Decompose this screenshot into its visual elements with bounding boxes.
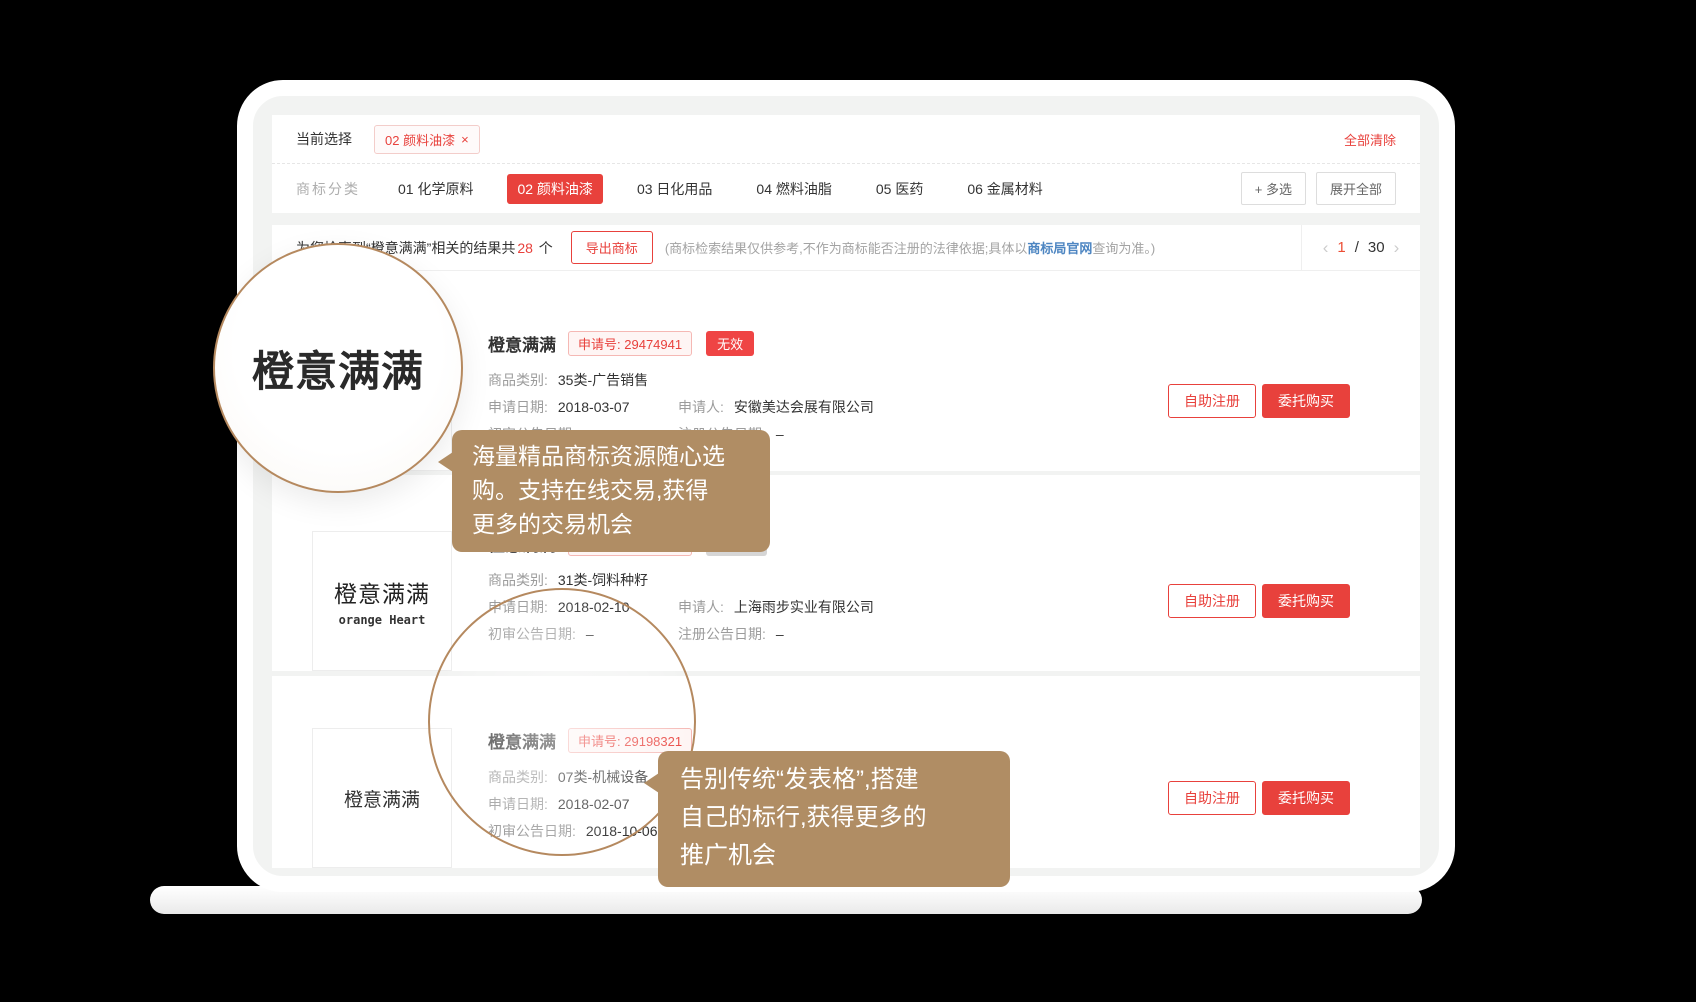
entrust-buy-button[interactable]: 委托购买 — [1262, 781, 1350, 815]
current-page: 1 — [1337, 239, 1345, 256]
row-actions: 自助注册 委托购买 — [1168, 781, 1350, 815]
application-number-tag: 申请号: 29474941 — [568, 331, 692, 356]
magnified-trademark-text: 橙意满满 — [252, 338, 424, 399]
entrust-buy-button[interactable]: 委托购买 — [1262, 384, 1350, 418]
applicant-label: 申请人: — [678, 397, 724, 417]
status-badge: 无效 — [706, 331, 754, 356]
pagination: ‹ 1 / 30 › — [1301, 225, 1420, 270]
results-summary: 为您检索到“橙意满满”相关的结果共28 个 导出商标 (商标检索结果仅供参考,不… — [272, 231, 1301, 264]
page-separator: / — [1355, 239, 1359, 256]
expand-all-button[interactable]: 展开全部 — [1316, 172, 1396, 205]
entrust-buy-button[interactable]: 委托购买 — [1262, 584, 1350, 618]
category-tab-05[interactable]: 05 医药 — [866, 174, 933, 204]
category-row: 商标分类 01 化学原料 02 颜料油漆 03 日化用品 04 燃料油脂 05 … — [272, 164, 1420, 213]
magnifier-circle-top: 橙意满满 — [213, 243, 463, 493]
magnifier-circle-bottom — [428, 588, 696, 856]
current-selection-row: 当前选择 02 颜料油漆 × 全部清除 — [272, 115, 1420, 164]
category-field-label: 商品类别: — [488, 570, 548, 590]
category-label: 商标分类 — [296, 179, 360, 199]
reg-pub-value: – — [776, 426, 784, 442]
apply-date-value: 2018-03-07 — [558, 399, 630, 415]
category-field-label: 商品类别: — [488, 370, 548, 390]
current-selection-label: 当前选择 — [296, 129, 352, 149]
self-register-button[interactable]: 自助注册 — [1168, 781, 1256, 815]
clear-all-button[interactable]: 全部清除 — [1344, 130, 1396, 149]
category-tab-02-selected[interactable]: 02 颜料油漆 — [507, 174, 602, 204]
row-actions: 自助注册 委托购买 — [1168, 384, 1350, 418]
results-header: 为您检索到“橙意满满”相关的结果共28 个 导出商标 (商标检索结果仅供参考,不… — [272, 225, 1420, 271]
callout-marketplace: 海量精品商标资源随心选 购。支持在线交易,获得 更多的交易机会 — [452, 430, 770, 552]
filter-panel: 当前选择 02 颜料油漆 × 全部清除 商标分类 01 化学原料 02 颜料油漆… — [272, 115, 1420, 213]
total-pages: 30 — [1368, 239, 1385, 256]
trademark-name: 橙意满满 — [488, 331, 556, 356]
trademark-image-subtext: orange Heart — [339, 613, 426, 627]
selected-filter-tag-text: 02 颜料油漆 — [385, 130, 455, 149]
category-tab-03[interactable]: 03 日化用品 — [627, 174, 722, 204]
applicant-label: 申请人: — [678, 597, 724, 617]
disclaimer-text: (商标检索结果仅供参考,不作为商标能否注册的法律依据;具体以商标局官网查询为准。… — [665, 238, 1155, 257]
export-trademark-button[interactable]: 导出商标 — [571, 231, 653, 264]
category-tab-06[interactable]: 06 金属材料 — [957, 174, 1052, 204]
selected-filter-tag[interactable]: 02 颜料油漆 × — [374, 125, 480, 154]
prev-page-icon[interactable]: ‹ — [1323, 238, 1329, 258]
table-row: 橙意满满 orange Heart 橙意满满 申请号: 29482153 已注册… — [272, 475, 1420, 671]
applicant-value: 安徽美达会展有限公司 — [734, 397, 874, 417]
multi-select-button[interactable]: + 多选 — [1241, 172, 1306, 205]
applicant-value: 上海雨步实业有限公司 — [734, 597, 874, 617]
close-icon[interactable]: × — [461, 132, 469, 147]
self-register-button[interactable]: 自助注册 — [1168, 584, 1256, 618]
apply-date-label: 申请日期: — [488, 397, 548, 417]
trademark-image: 橙意满满 orange Heart — [312, 531, 452, 671]
category-field-value: 31类-饲料种籽 — [558, 570, 648, 590]
trademark-office-link[interactable]: 商标局官网 — [1027, 241, 1092, 256]
row-actions: 自助注册 委托购买 — [1168, 584, 1350, 618]
reg-pub-label: 注册公告日期: — [678, 624, 766, 644]
callout-promotion: 告别传统“发表格”,搭建 自己的标行,获得更多的 推广机会 — [658, 751, 1010, 887]
category-tab-01[interactable]: 01 化学原料 — [388, 174, 483, 204]
result-count: 28 — [517, 240, 533, 256]
category-actions: + 多选 展开全部 — [1241, 172, 1396, 205]
category-tab-04[interactable]: 04 燃料油脂 — [746, 174, 841, 204]
reg-pub-value: – — [776, 626, 784, 642]
self-register-button[interactable]: 自助注册 — [1168, 384, 1256, 418]
category-field-value: 35类-广告销售 — [558, 370, 648, 390]
next-page-icon[interactable]: › — [1394, 238, 1400, 258]
